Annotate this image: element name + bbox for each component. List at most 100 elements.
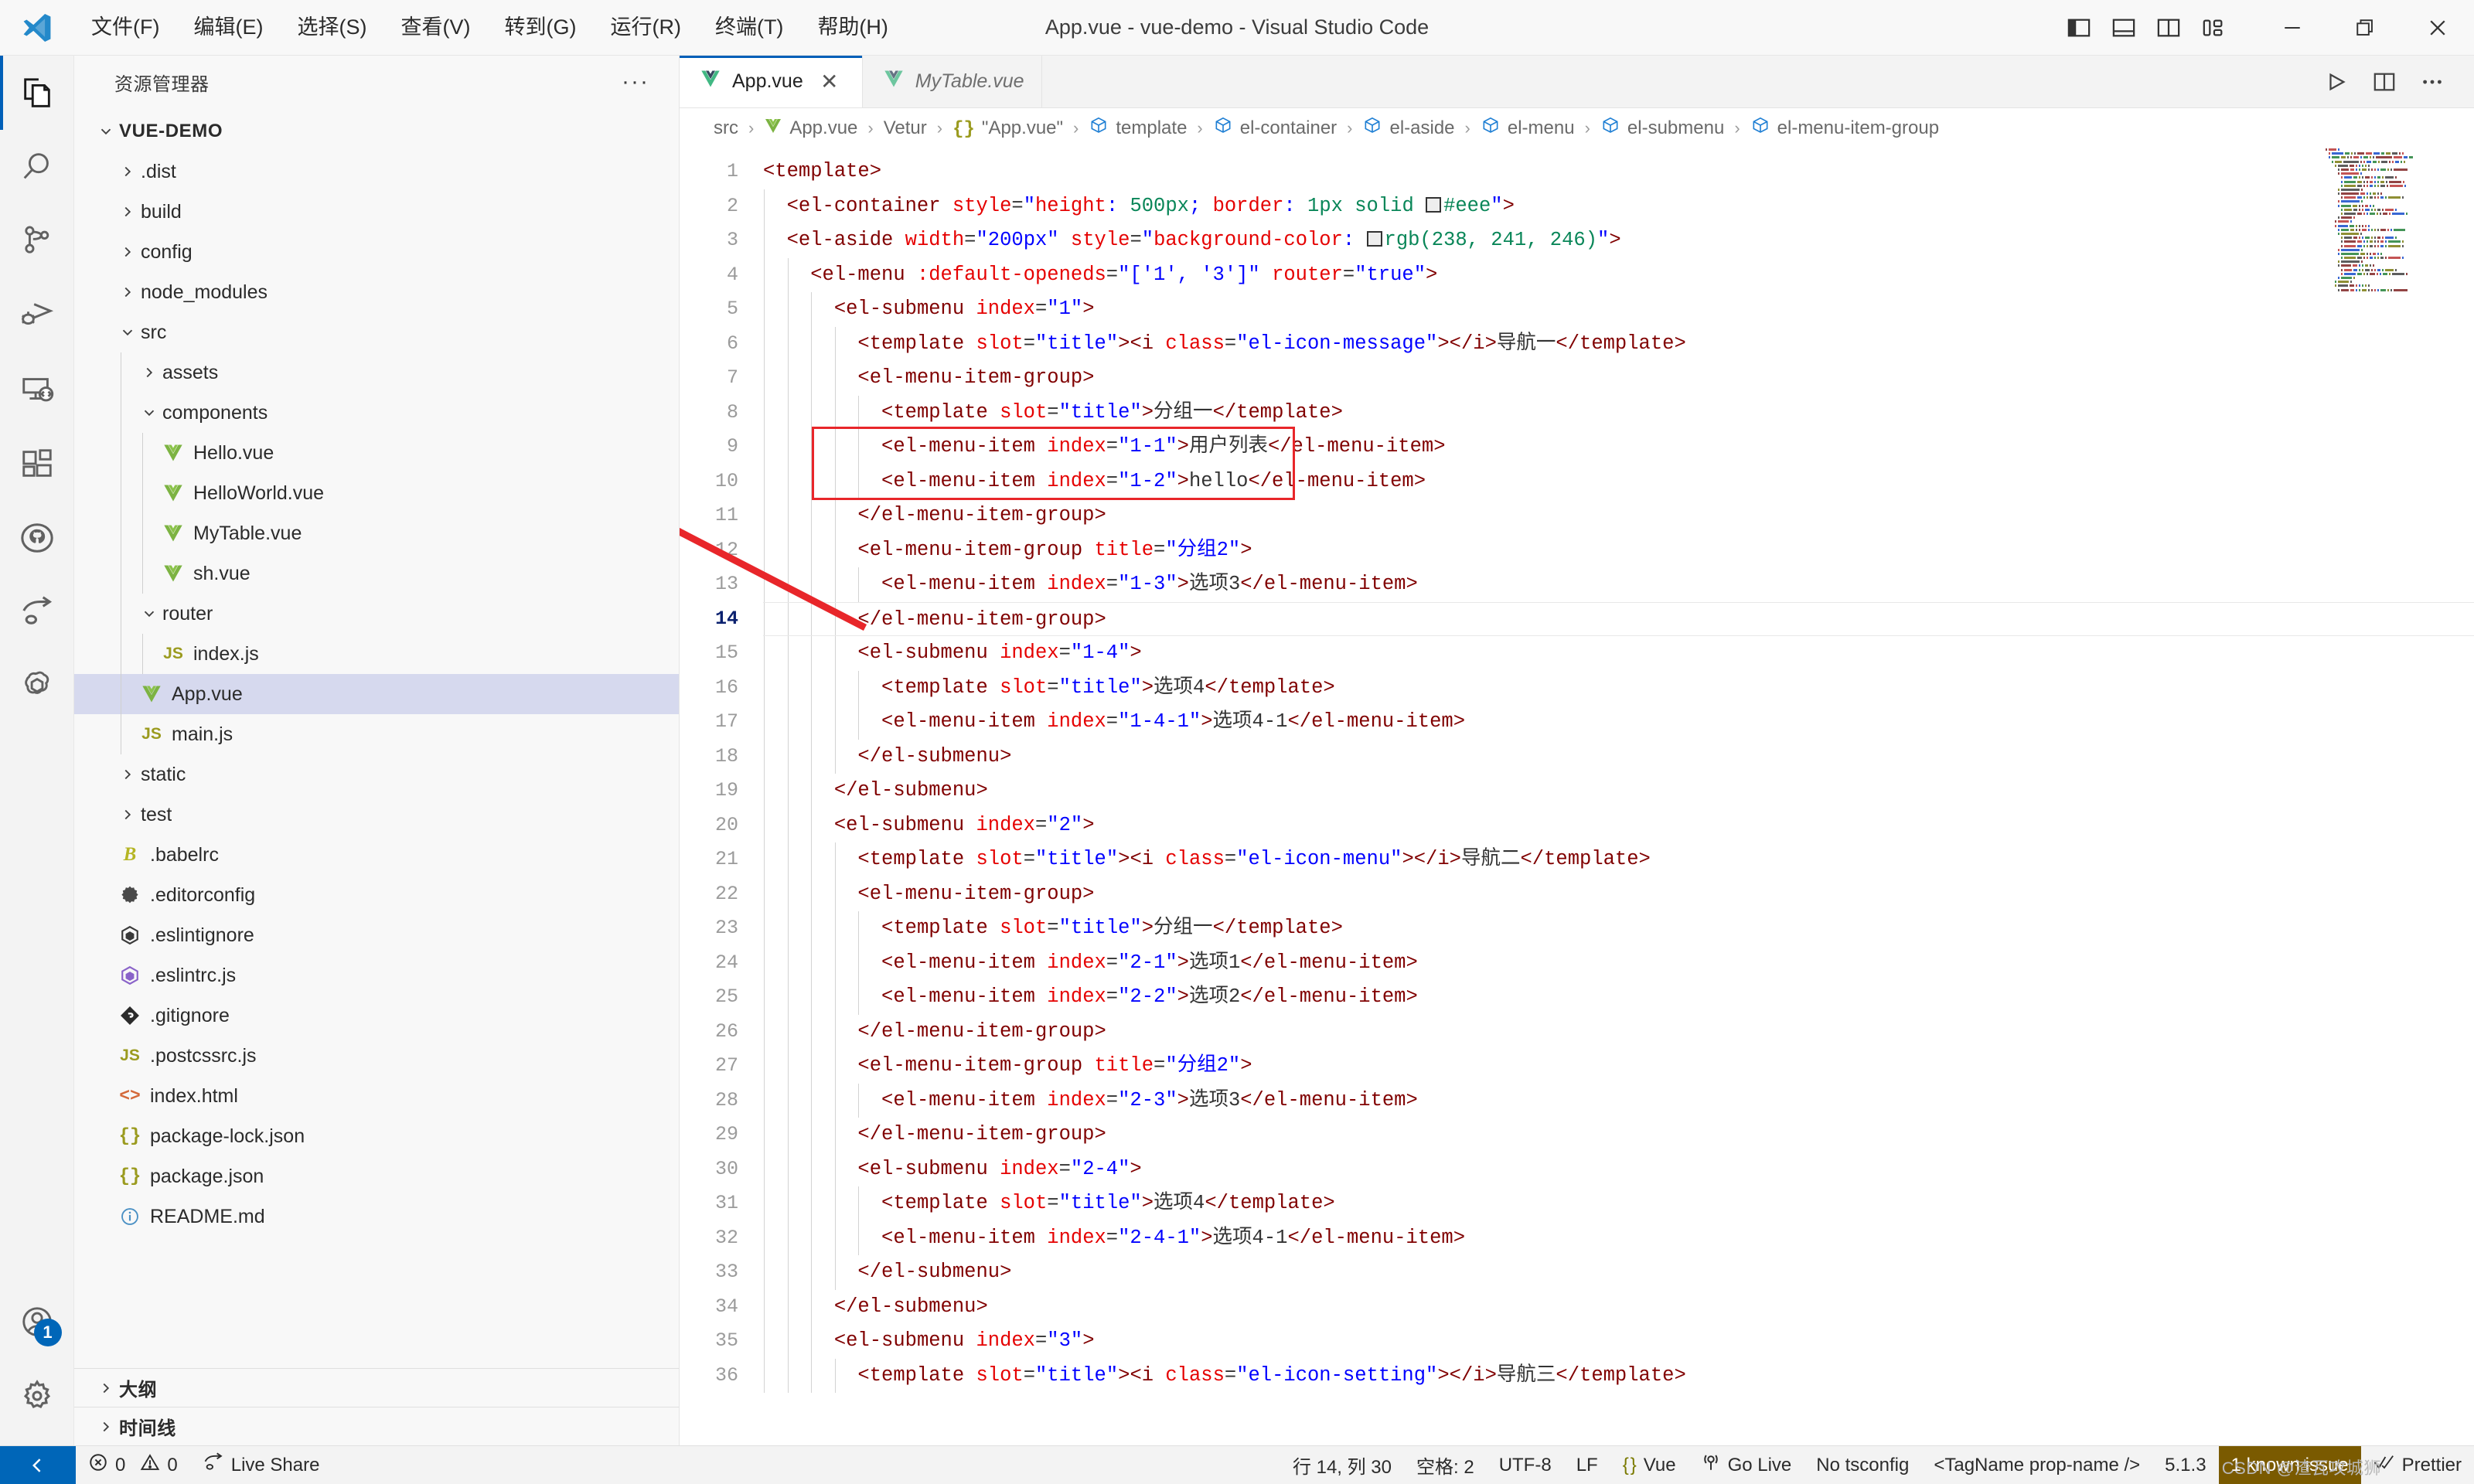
tree-item-mytable-vue[interactable]: MyTable.vue — [74, 513, 679, 553]
code-line[interactable]: <el-menu-item index="2-4-1">选项4-1</el-me… — [763, 1220, 2474, 1255]
tree-item-app-vue[interactable]: App.vue — [74, 674, 679, 714]
breadcrumb-item-src[interactable]: src — [711, 117, 741, 139]
tree-item-package-lock-json[interactable]: {} package-lock.json — [74, 1116, 679, 1156]
activity-settings[interactable] — [0, 1359, 74, 1433]
status-problems[interactable]: 0 0 — [76, 1446, 190, 1484]
code-line[interactable]: <el-container style="height: 500px; bord… — [763, 189, 2474, 223]
code-line[interactable]: </el-menu-item-group> — [763, 1014, 2474, 1049]
status-tsconfig[interactable]: No tsconfig — [1804, 1446, 1921, 1484]
customize-layout-icon[interactable] — [2193, 7, 2234, 49]
breadcrumb-item-app-vue[interactable]: {} "App.vue" — [949, 117, 1066, 140]
tree-item-dist[interactable]: .dist — [74, 151, 679, 192]
toggle-primary-sidebar-icon[interactable] — [2058, 7, 2100, 49]
code-line[interactable]: <el-submenu index="2"> — [763, 808, 2474, 842]
breadcrumb-item-el-menu-item-group[interactable]: el-menu-item-group — [1747, 116, 1942, 141]
toggle-panel-icon[interactable] — [2103, 7, 2145, 49]
status-go-live[interactable]: Go Live — [1689, 1446, 1804, 1484]
breadcrumb-item-el-menu[interactable]: el-menu — [1477, 116, 1578, 141]
code-line[interactable]: </el-submenu> — [763, 774, 2474, 808]
status-editor-language[interactable]: { } Vue — [1610, 1446, 1689, 1484]
code-line[interactable]: <el-menu-item index="1-3">选项3</el-menu-i… — [763, 567, 2474, 602]
status-editor-indentation[interactable]: 空格: 2 — [1404, 1446, 1487, 1484]
status-live-share[interactable]: Live Share — [190, 1446, 332, 1484]
code-line[interactable]: <el-menu-item index="2-1">选项1</el-menu-i… — [763, 945, 2474, 980]
code-line[interactable]: <el-menu-item-group title="分组2"> — [763, 1049, 2474, 1084]
activity-search[interactable] — [0, 130, 74, 204]
tab-app-vue[interactable]: App.vue ✕ — [680, 56, 863, 107]
activity-source-control[interactable] — [0, 204, 74, 278]
code-line[interactable]: <el-submenu index="2-4"> — [763, 1152, 2474, 1186]
menu-help[interactable]: 帮助(H) — [800, 9, 905, 46]
menu-goto[interactable]: 转到(G) — [487, 9, 593, 46]
code-line[interactable]: <template slot="title">选项4</template> — [763, 670, 2474, 705]
sidebar-section-timeline[interactable]: 时间线 — [74, 1407, 679, 1445]
code-line[interactable]: </el-menu-item-group> — [763, 601, 2474, 636]
code-line[interactable]: <el-submenu index="1"> — [763, 292, 2474, 327]
sidebar-section-outline[interactable]: 大纲 — [74, 1368, 679, 1407]
status-prettier[interactable]: Prettier — [2361, 1446, 2474, 1484]
tree-item-postcssrc-js[interactable]: JS .postcssrc.js — [74, 1036, 679, 1076]
breadcrumb-item-el-aside[interactable]: el-aside — [1359, 116, 1457, 141]
status-version[interactable]: 5.1.3 — [2152, 1446, 2218, 1484]
tree-item-package-json[interactable]: {} package.json — [74, 1156, 679, 1196]
activity-accounts[interactable]: 1 — [0, 1285, 74, 1359]
close-button[interactable] — [2401, 0, 2474, 56]
tree-item-test[interactable]: test — [74, 795, 679, 835]
maximize-button[interactable] — [2329, 0, 2401, 56]
activity-openai[interactable] — [0, 649, 74, 723]
minimize-button[interactable] — [2256, 0, 2329, 56]
tree-item-readme-md[interactable]: README.md — [74, 1196, 679, 1237]
status-tagname-prop[interactable]: <TagName prop-name /> — [1921, 1446, 2152, 1484]
tab-close-icon[interactable]: ✕ — [814, 69, 845, 94]
code-line[interactable]: <el-menu-item-group title="分组2"> — [763, 533, 2474, 567]
sidebar-more-actions-icon[interactable]: ··· — [614, 70, 657, 94]
activity-extensions[interactable] — [0, 427, 74, 501]
code-line[interactable]: <template> — [763, 155, 2474, 189]
breadcrumb-item-vetur[interactable]: Vetur — [881, 117, 930, 139]
activity-github[interactable] — [0, 501, 74, 575]
editor-vertical-scrollbar[interactable] — [2457, 148, 2474, 1445]
tree-item-index-html[interactable]: <> index.html — [74, 1076, 679, 1116]
tree-root-vue-demo[interactable]: VUE-DEMO — [74, 111, 679, 151]
menu-selection[interactable]: 选择(S) — [280, 9, 383, 46]
tree-item-eslintrc-js[interactable]: .eslintrc.js — [74, 955, 679, 996]
tree-item-build[interactable]: build — [74, 192, 679, 232]
code-line[interactable]: <el-submenu index="1-4"> — [763, 636, 2474, 671]
code-line[interactable]: <template slot="title">选项4</template> — [763, 1186, 2474, 1221]
breadcrumb-item-el-container[interactable]: el-container — [1210, 116, 1340, 141]
tree-item-assets[interactable]: assets — [74, 352, 679, 393]
run-icon[interactable] — [2315, 60, 2358, 104]
menu-edit[interactable]: 编辑(E) — [176, 9, 280, 46]
menu-run[interactable]: 运行(R) — [593, 9, 697, 46]
toggle-secondary-sidebar-icon[interactable] — [2148, 7, 2189, 49]
breadcrumb-item-template[interactable]: template — [1085, 116, 1190, 141]
status-remote-indicator[interactable] — [0, 1445, 76, 1484]
code-line[interactable]: <el-menu-item index="1-1">用户列表</el-menu-… — [763, 430, 2474, 465]
tree-item-hello-vue[interactable]: Hello.vue — [74, 433, 679, 473]
code-line[interactable]: <template slot="title"><i class="el-icon… — [763, 1358, 2474, 1393]
code-line[interactable]: <el-menu-item index="2-3">选项3</el-menu-i… — [763, 1083, 2474, 1118]
code-line[interactable]: <el-aside width="200px" style="backgroun… — [763, 223, 2474, 258]
code-line[interactable]: <template slot="title">分组一</template> — [763, 911, 2474, 946]
tree-item-editorconfig[interactable]: .editorconfig — [74, 875, 679, 915]
breadcrumb-item-app-vue[interactable]: App.vue — [761, 117, 860, 141]
status-known-issues[interactable]: 1 known issue — [2218, 1445, 2361, 1484]
activity-run-and-debug[interactable] — [0, 278, 74, 352]
code-line[interactable]: <el-menu-item index="2-2">选项2</el-menu-i… — [763, 980, 2474, 1015]
menu-terminal[interactable]: 终端(T) — [698, 9, 800, 46]
code-line[interactable]: </el-menu-item-group> — [763, 1118, 2474, 1152]
tree-item-gitignore[interactable]: .gitignore — [74, 996, 679, 1036]
status-editor-position[interactable]: 行 14, 列 30 — [1280, 1446, 1404, 1484]
code-content[interactable]: <template> <el-container style="height: … — [763, 148, 2474, 1445]
activity-remote-explorer[interactable] — [0, 352, 74, 427]
split-editor-icon[interactable] — [2363, 60, 2406, 104]
tree-item-node-modules[interactable]: node_modules — [74, 272, 679, 312]
menu-file[interactable]: 文件(F) — [74, 9, 176, 46]
code-line[interactable]: </el-submenu> — [763, 1255, 2474, 1290]
code-line[interactable]: <el-submenu index="3"> — [763, 1324, 2474, 1359]
status-editor-eol[interactable]: LF — [1564, 1446, 1610, 1484]
tree-item-main-js[interactable]: JS main.js — [74, 714, 679, 754]
code-line[interactable]: <template slot="title">分组一</template> — [763, 395, 2474, 430]
code-line[interactable]: <template slot="title"><i class="el-icon… — [763, 326, 2474, 361]
tree-item-static[interactable]: static — [74, 754, 679, 795]
